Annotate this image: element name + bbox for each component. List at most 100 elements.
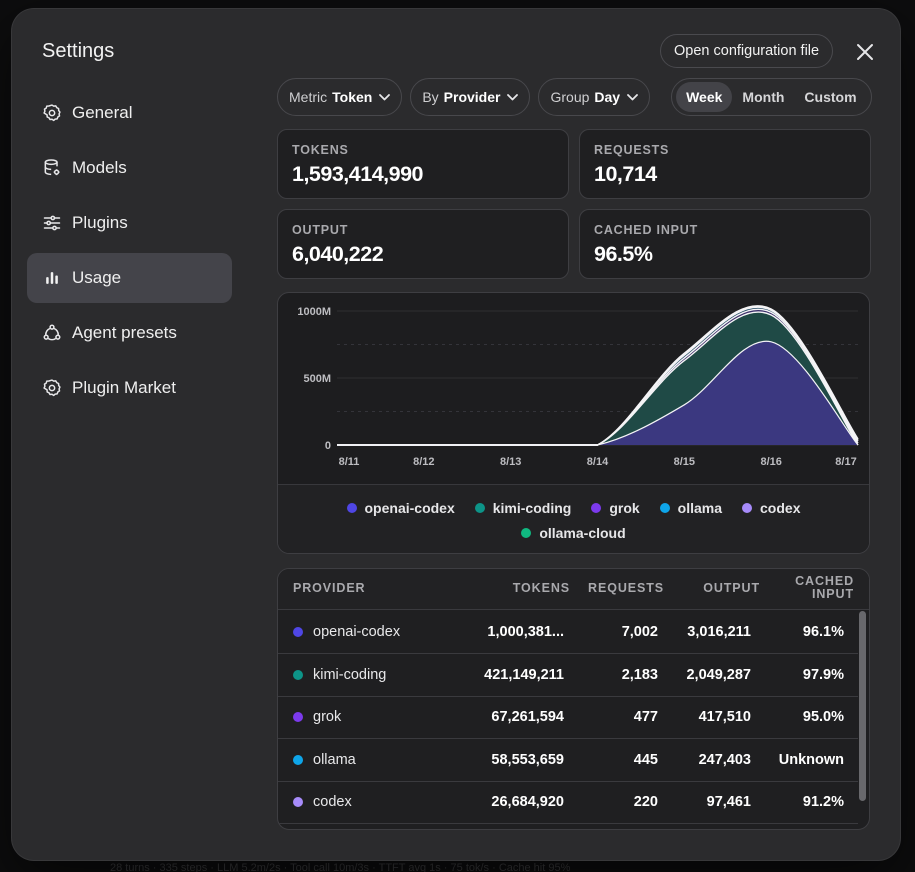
provider-table: PROVIDER TOKENS REQUESTS OUTPUT CACHED I… [277, 568, 870, 830]
group-dropdown[interactable]: Group Day [538, 78, 651, 116]
range-custom-button[interactable]: Custom [794, 82, 866, 112]
by-dropdown[interactable]: By Provider [410, 78, 531, 116]
x-tick-label: 8/12 [413, 456, 434, 468]
legend-color-dot [521, 528, 532, 538]
x-tick-label: 8/15 [674, 456, 695, 468]
metric-value: Token [332, 89, 373, 105]
usage-area-chart: 0 500M 1000M 8/11 8/12 8/13 8/14 8/15 8/16 8/17 [297, 305, 859, 468]
stat-value: 6,040,222 [292, 242, 384, 266]
provider-color-dot [293, 712, 303, 722]
sidebar-item-general[interactable]: General [27, 88, 232, 138]
x-tick-label: 8/11 [339, 456, 360, 468]
provider-color-dot [293, 754, 303, 765]
table-header: PROVIDER TOKENS REQUESTS OUTPUT CACHED I… [278, 569, 869, 610]
col-header-tokens[interactable]: TOKENS [478, 582, 570, 595]
table-scrollbar[interactable] [859, 611, 866, 801]
table-row[interactable]: kimi-coding 421,149,211 2,183 2,049,287 97.9… [278, 654, 858, 697]
legend-row: openai-codex kimi-coding grok ollama codex [278, 500, 869, 516]
area-openai-codex [337, 341, 858, 445]
legend-label: kimi-coding [492, 500, 572, 516]
cell-requests: 7,002 [621, 624, 658, 640]
sidebar-item-plugin-market[interactable]: Plugin Market [27, 363, 232, 413]
cell-tokens: 67,261,594 [491, 709, 564, 725]
col-header-cached[interactable]: CACHED INPUT [768, 575, 854, 601]
metric-dropdown[interactable]: Metric Token [277, 78, 403, 116]
cell-tokens: 1,000,381... [487, 624, 564, 640]
table-row[interactable]: codex 26,684,920 220 97,461 91.2% [278, 781, 858, 824]
legend-color-dot [742, 503, 753, 513]
legend-item[interactable]: ollama [659, 500, 723, 516]
by-value: Provider [443, 89, 501, 105]
x-tick-label: 8/17 [835, 456, 856, 468]
cell-output: 97,461 [706, 794, 751, 810]
legend-color-dot [474, 503, 485, 513]
x-tick-label: 8/13 [500, 456, 521, 468]
settings-modal: Settings General Models Plugins Usage Ag… [12, 9, 900, 860]
group-value: Day [594, 89, 621, 105]
legend-item[interactable]: codex [742, 500, 800, 516]
cell-provider: grok [293, 696, 341, 738]
agents-icon [42, 323, 62, 343]
table-row[interactable]: openai-codex 1,000,381... 7,002 3,016,211 96… [278, 611, 858, 654]
stat-value: 1,593,414,990 [292, 162, 424, 186]
close-icon [857, 44, 873, 60]
cell-cached-input: 95.0% [802, 709, 844, 725]
col-header-output[interactable]: OUTPUT [678, 582, 760, 595]
provider-name: kimi-coding [313, 666, 387, 683]
sliders-icon [42, 213, 62, 233]
provider-color-dot [293, 797, 303, 807]
stat-label: OUTPUT [292, 223, 349, 237]
bar-chart-icon [42, 268, 62, 288]
range-month-button[interactable]: Month [732, 82, 794, 112]
chevron-down-icon [379, 93, 391, 101]
col-header-provider[interactable]: PROVIDER [293, 582, 366, 595]
chevron-down-icon [507, 93, 519, 101]
legend-item[interactable]: ollama-cloud [521, 525, 626, 541]
stat-value: 96.5% [594, 242, 653, 266]
col-header-cached-line2: INPUT [812, 587, 854, 601]
sidebar-item-agent-presets[interactable]: Agent presets [27, 308, 232, 358]
stat-value: 10,714 [594, 162, 657, 186]
col-header-requests[interactable]: REQUESTS [578, 582, 664, 595]
cell-tokens: 421,149,211 [484, 666, 564, 683]
cell-tokens: 26,684,920 [491, 794, 564, 810]
cell-cached-input: Unknown [778, 751, 844, 768]
modal-title: Settings [42, 40, 115, 62]
stat-requests: REQUESTS 10,714 [579, 129, 871, 199]
provider-name: grok [313, 709, 342, 725]
sidebar-item-plugins[interactable]: Plugins [27, 198, 232, 248]
usage-chart-card: 0 500M 1000M 8/11 8/12 8/13 8/14 8/15 8/16 8/17 o… [277, 292, 870, 554]
range-week-button[interactable]: Week [676, 82, 733, 112]
sidebar-item-usage[interactable]: Usage [27, 253, 232, 303]
cell-provider: ollama [293, 739, 356, 781]
cell-requests: 2,183 [621, 666, 658, 683]
cell-cached-input: 97.9% [802, 666, 844, 683]
sidebar-item-label: General [72, 103, 133, 122]
sidebar-item-label: Agent presets [72, 323, 177, 342]
provider-name: codex [313, 794, 352, 810]
x-tick-label: 8/16 [760, 456, 781, 468]
close-button[interactable] [852, 39, 878, 65]
cell-output: 2,049,287 [686, 666, 751, 683]
table-row[interactable]: grok 67,261,594 477 417,510 95.0% [278, 696, 858, 739]
sidebar-item-label: Models [72, 158, 127, 177]
metric-label: Metric [289, 89, 328, 105]
legend-item[interactable]: kimi-coding [474, 500, 572, 516]
cell-provider: openai-codex [293, 611, 400, 653]
legend-item[interactable]: openai-codex [346, 500, 455, 516]
provider-color-dot [293, 627, 303, 637]
provider-color-dot [293, 669, 303, 680]
table-row[interactable]: ollama 58,553,659 445 247,403 Unknown [278, 739, 858, 782]
legend-label: ollama [677, 500, 723, 516]
provider-name: openai-codex [313, 624, 401, 640]
usage-controls: Metric Token By Provider Group Day Week … [277, 78, 872, 116]
cell-requests: 477 [633, 709, 658, 725]
database-icon [42, 158, 62, 178]
cell-requests: 220 [633, 794, 658, 810]
legend-item[interactable]: grok [591, 500, 640, 516]
legend-color-dot [659, 503, 670, 513]
x-tick-label: 8/14 [587, 456, 609, 468]
sidebar-item-models[interactable]: Models [27, 143, 232, 193]
open-config-button[interactable]: Open configuration file [660, 34, 834, 68]
chart-legend: openai-codex kimi-coding grok ollama codex o… [278, 484, 869, 553]
